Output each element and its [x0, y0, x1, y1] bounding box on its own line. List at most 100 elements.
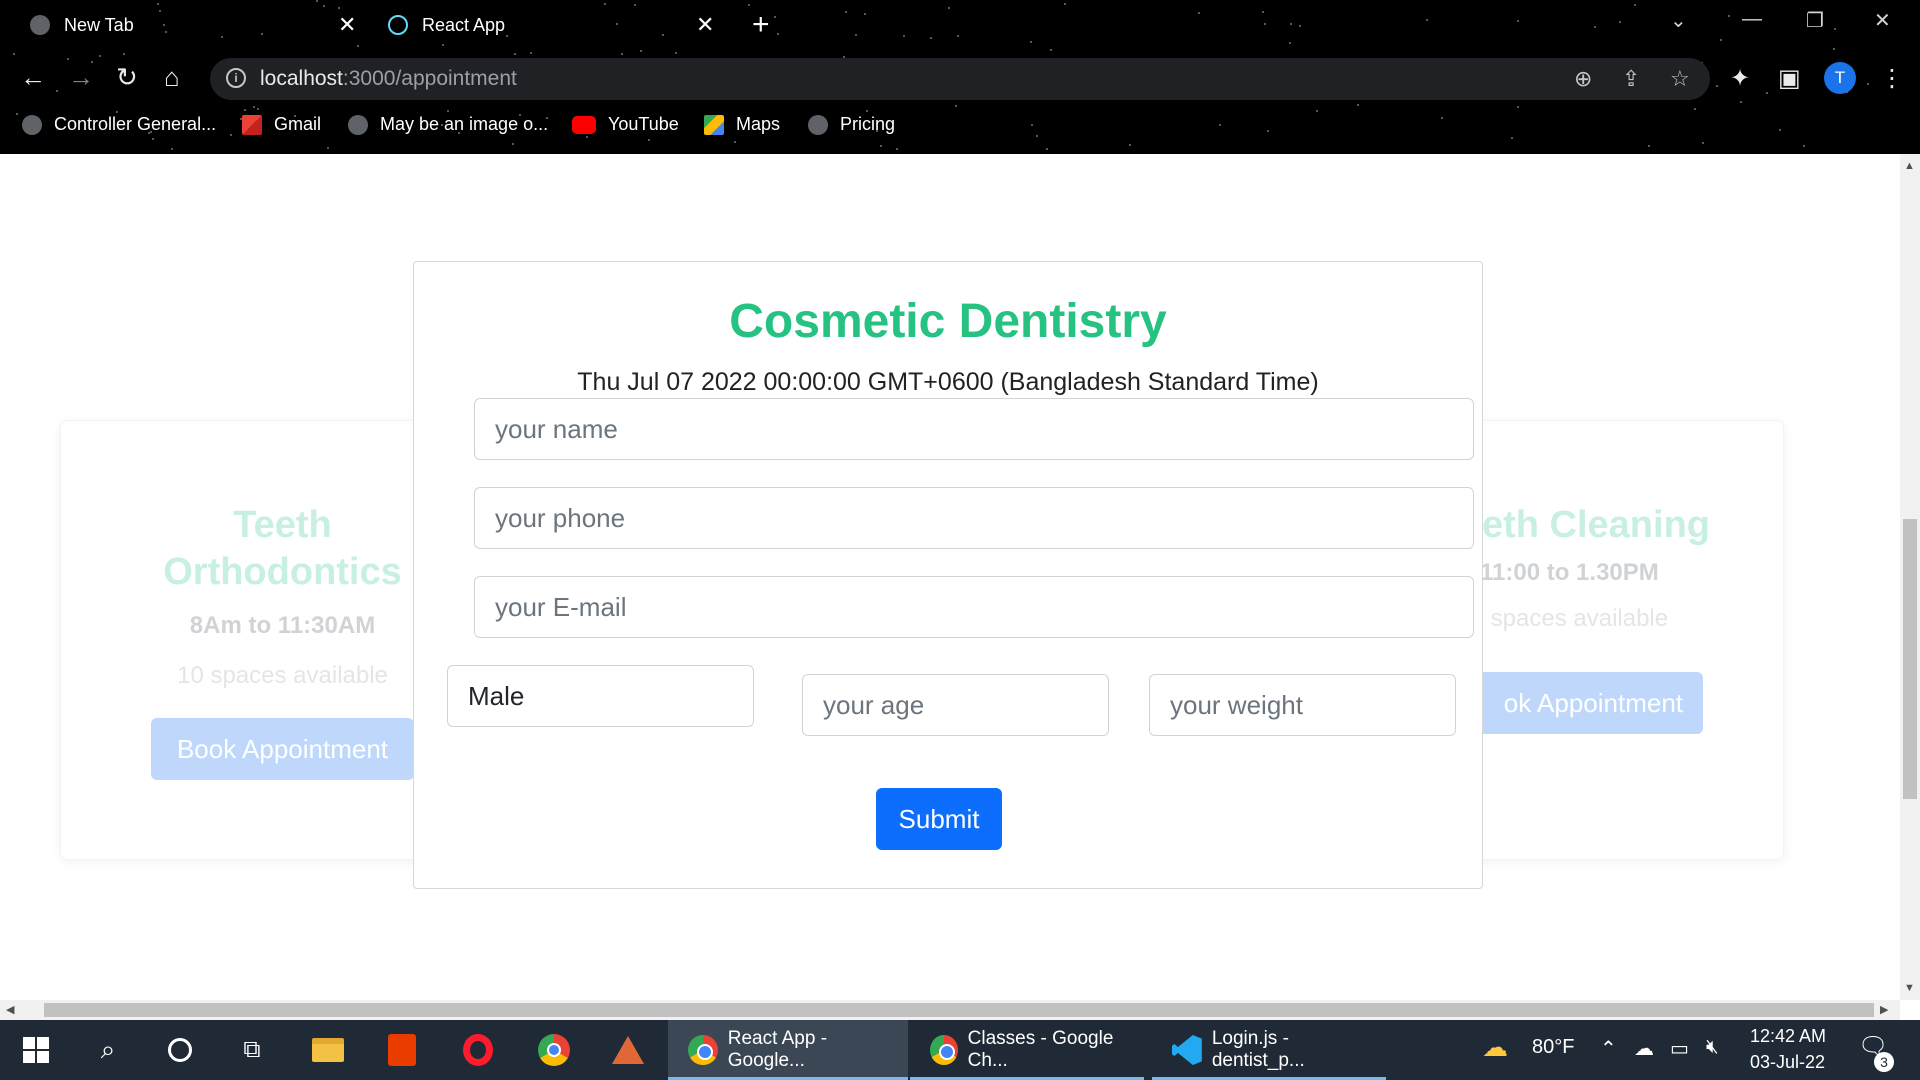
scroll-right-arrow-icon[interactable]: ▶ — [1880, 1003, 1888, 1016]
clock-date[interactable]: 03-Jul-22 — [1750, 1052, 1825, 1073]
chrome-icon[interactable] — [536, 1032, 572, 1068]
star-decoration — [1198, 12, 1200, 14]
star-decoration — [903, 35, 905, 37]
taskbar-app-classes[interactable]: Classes - Google Ch... — [910, 1020, 1144, 1080]
notification-count-badge: 3 — [1874, 1052, 1894, 1072]
tab-title: New Tab — [64, 14, 134, 35]
youtube-icon — [572, 115, 596, 134]
vertical-scrollbar[interactable]: ▲ ▼ — [1900, 154, 1920, 1000]
extensions-icon[interactable]: ✦ — [1730, 64, 1750, 93]
taskbar-app-vscode[interactable]: Login.js - dentist_p... — [1152, 1020, 1386, 1080]
star-decoration — [1129, 144, 1131, 146]
star-decoration — [1740, 101, 1742, 103]
phone-field[interactable]: your phone — [474, 487, 1474, 549]
bookmark-label: May be an image o... — [380, 114, 549, 134]
weather-icon[interactable]: ☁ — [1482, 1032, 1508, 1063]
tab-react-app[interactable]: React App ✕ — [388, 8, 718, 42]
globe-icon — [30, 15, 50, 35]
back-button[interactable]: ← — [20, 62, 46, 92]
weight-field[interactable]: your weight — [1149, 674, 1456, 736]
onedrive-icon[interactable]: ☁ — [1634, 1036, 1654, 1061]
age-field[interactable]: your age — [802, 674, 1109, 736]
opera-icon[interactable] — [460, 1032, 496, 1068]
side-panel-icon[interactable]: ▣ — [1778, 64, 1801, 93]
service-spaces: 10 spaces available — [177, 662, 388, 689]
star-decoration — [1290, 23, 1292, 25]
show-hidden-icons-icon[interactable]: ⌃ — [1600, 1036, 1617, 1061]
star-decoration — [1262, 11, 1264, 13]
share-icon[interactable]: ⇪ — [1622, 66, 1640, 92]
scroll-down-arrow-icon[interactable]: ▼ — [1904, 982, 1915, 994]
clock-time[interactable]: 12:42 AM — [1750, 1026, 1826, 1047]
forward-button[interactable]: → — [68, 62, 94, 92]
gmail-icon — [242, 114, 262, 135]
star-decoration — [1064, 3, 1066, 5]
star-decoration — [604, 3, 606, 5]
horizontal-scrollbar[interactable]: ◀ ▶ — [0, 1000, 1900, 1020]
page-viewport: Teeth Orthodontics 8Am to 11:30AM 10 spac… — [0, 154, 1900, 1000]
close-window-button[interactable]: ✕ — [1874, 8, 1891, 33]
start-button[interactable] — [18, 1032, 54, 1068]
star-decoration — [530, 52, 532, 54]
tab-search-icon[interactable]: ⌄ — [1670, 8, 1687, 33]
chrome-icon — [688, 1035, 718, 1065]
new-tab-button[interactable]: + — [752, 8, 770, 42]
url-text: localhost:3000/appointment — [260, 67, 517, 90]
close-tab-icon[interactable]: ✕ — [338, 12, 356, 38]
tab-title: React App — [422, 14, 506, 35]
battery-icon[interactable]: ▭ — [1670, 1036, 1689, 1061]
matlab-icon[interactable] — [610, 1032, 646, 1068]
volume-muted-icon[interactable]: 🔇︎ — [1706, 1036, 1719, 1059]
bookmark-item[interactable]: Gmail — [242, 114, 321, 135]
submit-button[interactable]: Submit — [876, 788, 1002, 850]
profile-avatar[interactable]: T — [1824, 62, 1856, 94]
scroll-thumb[interactable] — [44, 1003, 1874, 1017]
book-appointment-button[interactable]: Book Appointment — [151, 718, 414, 780]
close-tab-icon[interactable]: ✕ — [696, 12, 714, 38]
file-explorer-icon[interactable] — [310, 1032, 346, 1068]
star-decoration — [1299, 25, 1301, 27]
home-button[interactable]: ⌂ — [164, 62, 180, 92]
bookmark-item[interactable]: May be an image o... — [348, 114, 548, 135]
taskbar-app-react[interactable]: React App - Google... — [668, 1020, 908, 1080]
bookmarks-bar: Controller General... Gmail May be an im… — [0, 110, 1920, 144]
star-decoration — [1834, 28, 1836, 30]
star-decoration — [1357, 104, 1359, 106]
bookmark-item[interactable]: Controller General... — [22, 114, 216, 135]
star-decoration — [675, 52, 677, 54]
restore-button[interactable]: ❐ — [1806, 8, 1824, 33]
task-view-icon[interactable]: ⧉ — [234, 1032, 270, 1068]
scroll-thumb[interactable] — [1903, 519, 1917, 799]
tab-new-tab[interactable]: New Tab ✕ — [30, 8, 360, 42]
star-decoration — [1803, 145, 1805, 147]
name-field[interactable]: your name — [474, 398, 1474, 460]
star-decoration — [1046, 148, 1048, 150]
star-decoration — [1648, 145, 1650, 147]
bookmark-item[interactable]: Maps — [704, 114, 780, 135]
site-info-icon[interactable]: i — [226, 68, 246, 88]
address-bar[interactable]: i localhost:3000/appointment ⊕ ⇪ ☆ — [210, 58, 1710, 100]
search-icon[interactable]: ⌕ — [90, 1032, 126, 1068]
zoom-icon[interactable]: ⊕ — [1574, 66, 1592, 92]
weather-temp[interactable]: 80°F — [1532, 1036, 1574, 1059]
office-icon[interactable] — [384, 1032, 420, 1068]
cortana-icon[interactable] — [162, 1032, 198, 1068]
service-title: Teeth Orthodontics — [163, 504, 402, 593]
minimize-button[interactable]: — — [1742, 8, 1762, 31]
reload-button[interactable]: ↻ — [116, 62, 138, 92]
bookmark-label: Gmail — [274, 114, 322, 134]
bookmark-item[interactable]: YouTube — [572, 114, 679, 135]
bookmark-label: YouTube — [608, 114, 679, 134]
appointment-modal: Cosmetic Dentistry Thu Jul 07 2022 00:00… — [413, 261, 1483, 889]
star-decoration — [323, 5, 325, 7]
bookmark-star-icon[interactable]: ☆ — [1670, 66, 1690, 92]
star-decoration — [514, 53, 516, 55]
bookmark-item[interactable]: Pricing — [808, 114, 895, 135]
star-decoration — [357, 45, 359, 47]
scroll-up-arrow-icon[interactable]: ▲ — [1904, 160, 1915, 172]
gender-select[interactable]: Male — [447, 665, 754, 727]
star-decoration — [157, 3, 159, 5]
email-field[interactable]: your E-mail — [474, 576, 1474, 638]
menu-icon[interactable]: ⋮ — [1880, 64, 1904, 93]
scroll-left-arrow-icon[interactable]: ◀ — [6, 1003, 14, 1016]
